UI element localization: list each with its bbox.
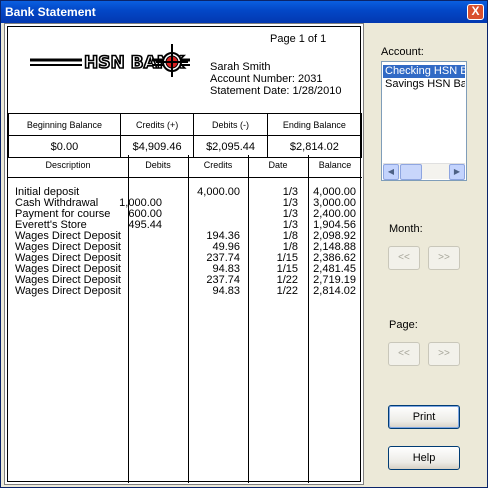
column-header-date: Date [268,160,288,170]
account-listbox[interactable]: Checking HSN Bank Savings HSN Bank ◀ ▶ [381,61,467,181]
month-next-button[interactable]: >> [428,246,460,270]
customer-name: Sarah Smith [210,61,271,73]
bank-logo: HSN BANK [30,44,190,77]
close-button[interactable]: X [467,4,484,20]
month-prev-button[interactable]: << [388,246,420,270]
account-item-checking[interactable]: Checking HSN Bank [383,65,465,78]
tx-credit: 94.83 [212,285,240,297]
account-label: Account: [381,46,424,58]
tx-date: 1/22 [276,285,298,297]
transaction-rows: Initial deposit 4,000.00 1/3 4,000.00 Cash … [8,187,362,297]
transactions-table: Description Debits Credits Date Balance … [8,155,362,483]
tx-debit: 495.44 [128,219,162,231]
summary-table: Beginning Balance Credits (+) Debits (-)… [8,113,363,158]
statement-panel: HSN BANK Page 1 of 1 Sarah Smith Account… [4,23,364,485]
summary-header-beginning: Beginning Balance [8,113,121,136]
month-label: Month: [389,223,423,235]
summary-header-ending: Ending Balance [266,113,363,136]
statement-date: Statement Date: 1/28/2010 [210,85,342,97]
account-number: Account Number: 2031 [210,73,323,85]
column-header-credits: Credits [203,160,233,170]
window-title: Bank Statement [5,5,96,19]
column-header-debits: Debits [145,160,171,170]
column-header-balance: Balance [318,160,352,170]
page-label: Page: [389,319,418,331]
statement-frame: HSN BANK Page 1 of 1 Sarah Smith Account… [7,26,363,483]
scroll-left-button[interactable]: ◀ [383,164,399,180]
print-button[interactable]: Print [388,405,460,429]
horizontal-scrollbar[interactable]: ◀ ▶ [383,163,465,180]
account-item-savings[interactable]: Savings HSN Bank [383,78,465,91]
scroll-thumb[interactable] [400,164,422,180]
summary-header-credits: Credits (+) [119,113,195,136]
tx-balance: 2,814.02 [313,285,356,297]
page-next-button[interactable]: >> [428,342,460,366]
column-header-description: Description [45,160,91,170]
page-number-label: Page 1 of 1 [270,33,327,45]
page-prev-button[interactable]: << [388,342,420,366]
bank-statement-window: Bank Statement X HSN BANK Page 1 of 1 Sa… [0,0,488,488]
tx-description: Wages Direct Deposit [15,285,121,297]
tx-credit: 4,000.00 [197,186,240,198]
title-bar[interactable]: Bank Statement X [1,1,487,23]
scroll-right-button[interactable]: ▶ [449,164,465,180]
table-row: Wages Direct Deposit 94.83 1/22 2,814.02 [8,286,362,297]
help-button[interactable]: Help [388,446,460,470]
summary-header-debits: Debits (-) [193,113,268,136]
header-divider [8,177,362,178]
